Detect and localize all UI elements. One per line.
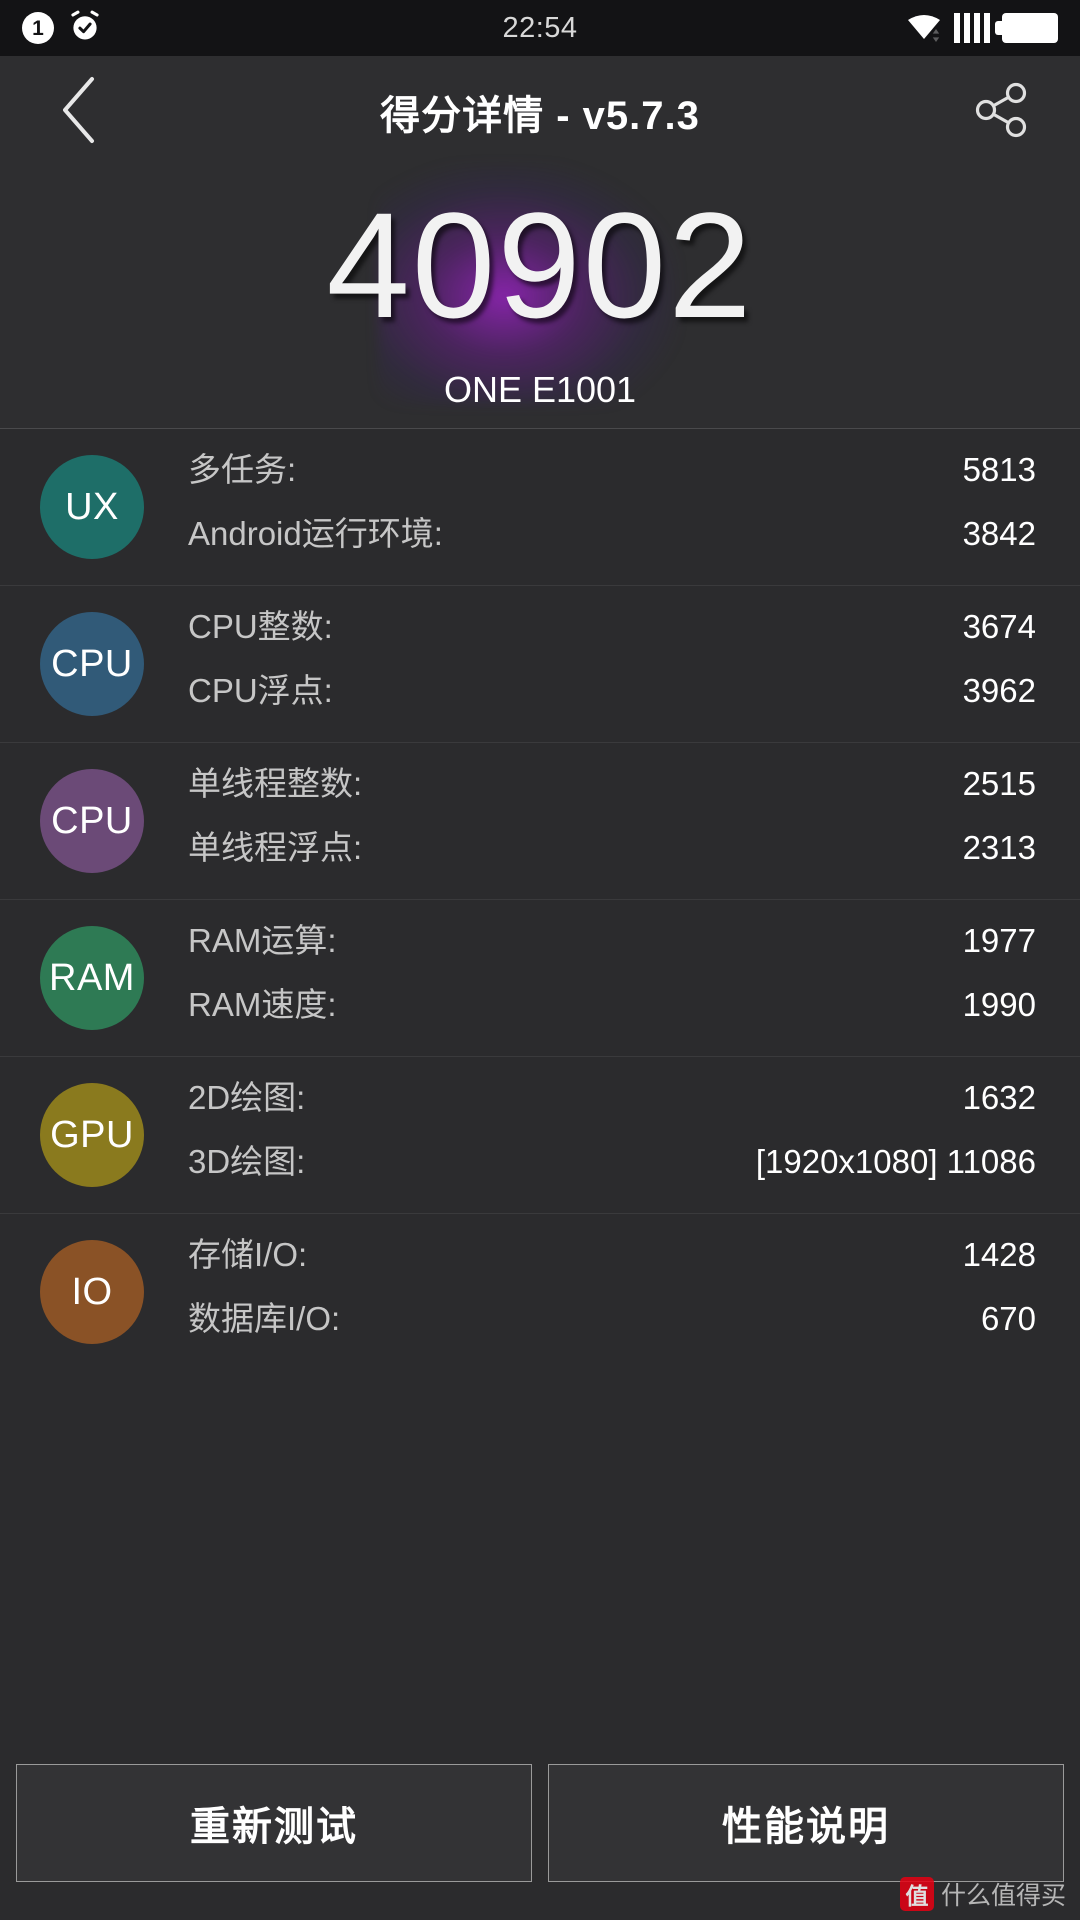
- row-value: 3962: [962, 672, 1036, 709]
- row-label: 2D绘图:: [188, 1079, 306, 1116]
- chevron-left-icon: [52, 73, 106, 152]
- benchmark-section: CPU CPU整数: 3674 CPU浮点: 3962: [0, 585, 1080, 742]
- row-label: 存储I/O:: [188, 1236, 308, 1273]
- table-row: 单线程浮点: 2313: [188, 821, 1036, 885]
- share-icon: [970, 79, 1032, 146]
- performance-info-button[interactable]: 性能说明: [548, 1764, 1064, 1882]
- back-button[interactable]: [44, 76, 114, 147]
- section-rows: 单线程整数: 2515 单线程浮点: 2313: [188, 757, 1036, 885]
- benchmark-section: IO 存储I/O: 1428 数据库I/O: 670: [0, 1213, 1080, 1370]
- row-value: 1990: [962, 986, 1036, 1023]
- row-label: 数据库I/O:: [188, 1300, 341, 1337]
- row-value: 1428: [962, 1236, 1036, 1273]
- table-row: 数据库I/O: 670: [188, 1292, 1036, 1356]
- row-value: 2313: [962, 829, 1036, 866]
- section-badge-icon: RAM: [40, 926, 144, 1030]
- row-value: [1920x1080] 11086: [755, 1143, 1036, 1180]
- table-row: 多任务: 5813: [188, 443, 1036, 507]
- status-bar-right-icons: [906, 12, 1058, 44]
- status-bar: 1 22:54: [0, 0, 1080, 56]
- app-header: 得分详情 - v5.7.3: [0, 56, 1080, 168]
- notification-badge-icon: 1: [22, 12, 54, 44]
- footer-actions: 重新测试 性能说明 值 什么值得买: [0, 1750, 1080, 1920]
- row-label: RAM运算:: [188, 922, 337, 959]
- signal-bars-icon: [954, 13, 990, 43]
- section-rows: 存储I/O: 1428 数据库I/O: 670: [188, 1228, 1036, 1356]
- watermark: 值 什么值得买: [899, 1876, 1066, 1912]
- wifi-icon: [906, 12, 942, 44]
- watermark-logo-icon: 值: [899, 1877, 934, 1911]
- page-title: 得分详情 - v5.7.3: [380, 94, 700, 138]
- row-label: 单线程整数:: [188, 765, 363, 802]
- table-row: CPU整数: 3674: [188, 600, 1036, 664]
- benchmark-section: UX 多任务: 5813 Android运行环境: 3842: [0, 428, 1080, 585]
- section-rows: 多任务: 5813 Android运行环境: 3842: [188, 443, 1036, 571]
- row-label: 多任务:: [188, 451, 297, 488]
- benchmark-section: RAM RAM运算: 1977 RAM速度: 1990: [0, 899, 1080, 1056]
- section-rows: RAM运算: 1977 RAM速度: 1990: [188, 914, 1036, 1042]
- row-value: 1632: [962, 1079, 1036, 1116]
- row-value: 3842: [962, 515, 1036, 552]
- benchmark-section: CPU 单线程整数: 2515 单线程浮点: 2313: [0, 742, 1080, 899]
- table-row: 3D绘图: [1920x1080] 11086: [188, 1135, 1036, 1199]
- table-row: 存储I/O: 1428: [188, 1228, 1036, 1292]
- table-row: 2D绘图: 1632: [188, 1071, 1036, 1135]
- row-label: CPU整数:: [188, 608, 333, 645]
- row-label: Android运行环境:: [188, 515, 443, 552]
- section-rows: CPU整数: 3674 CPU浮点: 3962: [188, 600, 1036, 728]
- table-row: 单线程整数: 2515: [188, 757, 1036, 821]
- battery-icon: [995, 13, 1058, 43]
- row-value: 670: [980, 1300, 1036, 1337]
- row-label: CPU浮点:: [188, 672, 333, 709]
- retest-button[interactable]: 重新测试: [16, 1764, 532, 1882]
- section-badge-icon: CPU: [40, 769, 144, 873]
- row-label: RAM速度:: [188, 986, 337, 1023]
- row-label: 单线程浮点:: [188, 829, 363, 866]
- table-row: Android运行环境: 3842: [188, 507, 1036, 571]
- share-button[interactable]: [966, 77, 1036, 147]
- table-row: RAM速度: 1990: [188, 978, 1036, 1042]
- section-badge-icon: IO: [40, 1240, 144, 1344]
- section-badge-icon: GPU: [40, 1083, 144, 1187]
- watermark-text: 什么值得买: [940, 1882, 1066, 1910]
- row-value: 3674: [962, 608, 1036, 645]
- total-score: 40902: [326, 181, 754, 349]
- section-rows: 2D绘图: 1632 3D绘图: [1920x1080] 11086: [188, 1071, 1036, 1199]
- row-value: 5813: [962, 451, 1036, 488]
- row-value: 2515: [962, 765, 1036, 802]
- table-row: CPU浮点: 3962: [188, 664, 1036, 728]
- section-badge-icon: CPU: [40, 612, 144, 716]
- score-hero: 40902 ONE E1001: [0, 164, 1080, 428]
- row-value: 1977: [962, 922, 1036, 959]
- table-row: RAM运算: 1977: [188, 914, 1036, 978]
- status-bar-left-icons: 1: [22, 9, 102, 48]
- alarm-clock-icon: [68, 9, 102, 48]
- device-model: ONE E1001: [443, 369, 637, 410]
- benchmark-section-list: UX 多任务: 5813 Android运行环境: 3842 CPU CPU整数: 3674 C…: [0, 428, 1080, 1370]
- section-badge-icon: UX: [40, 455, 144, 559]
- benchmark-section: GPU 2D绘图: 1632 3D绘图: [1920x1080] 11086: [0, 1056, 1080, 1213]
- row-label: 3D绘图:: [188, 1143, 306, 1180]
